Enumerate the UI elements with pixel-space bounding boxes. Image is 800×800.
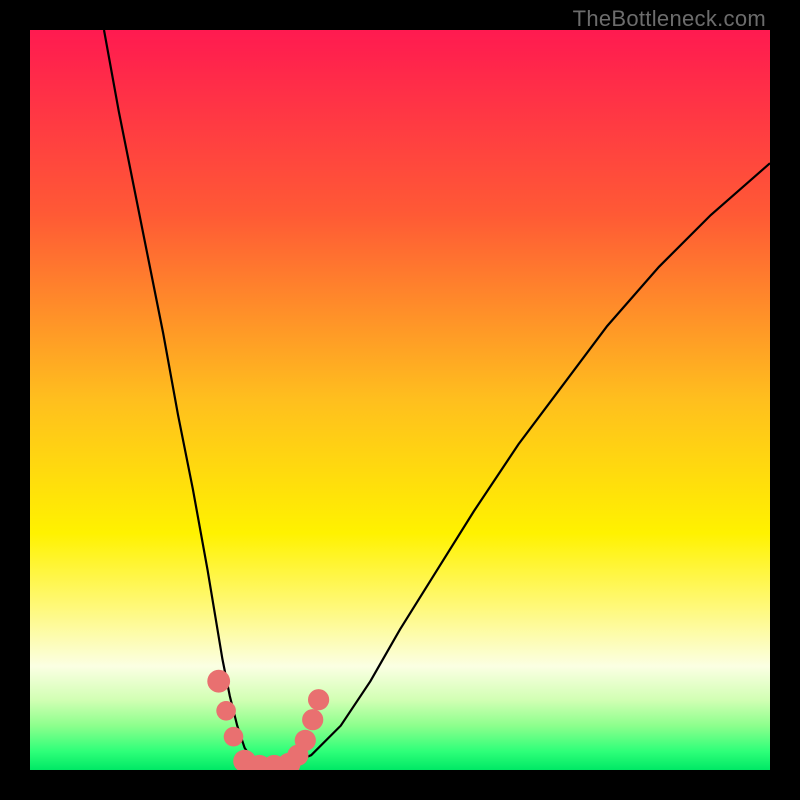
curve-marker: [216, 701, 236, 721]
curve-marker: [224, 727, 244, 747]
curve-marker: [302, 709, 323, 730]
plot-area: [30, 30, 770, 770]
curve-marker: [207, 670, 230, 693]
watermark-text: TheBottleneck.com: [573, 6, 766, 32]
curve-marker: [295, 730, 316, 751]
bottleneck-curve: [104, 30, 770, 766]
chart-svg: [30, 30, 770, 770]
curve-marker: [308, 689, 329, 710]
outer-frame: TheBottleneck.com: [0, 0, 800, 800]
